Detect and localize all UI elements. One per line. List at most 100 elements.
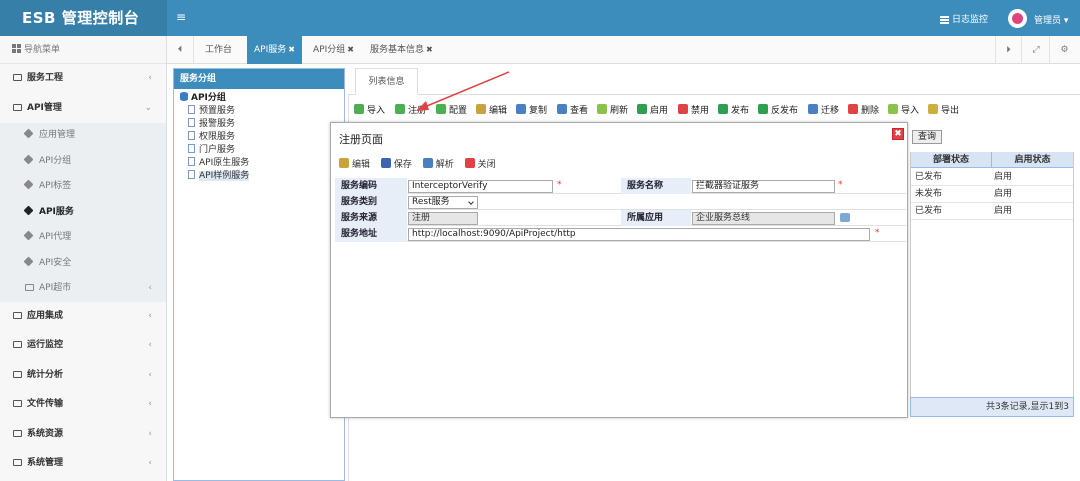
- folder-icon: [13, 103, 22, 111]
- save-icon: [380, 158, 391, 168]
- close-icon[interactable]: ✖: [288, 45, 295, 54]
- dialog-close-icon[interactable]: ✖: [892, 128, 904, 140]
- sidebar-item-statistics[interactable]: 统计分析 ‹: [0, 361, 166, 391]
- delete-button[interactable]: 删除: [848, 103, 879, 119]
- tree-root[interactable]: API分组: [180, 92, 344, 105]
- sidebar-item-api-tag[interactable]: API标签: [0, 174, 166, 200]
- play-icon: [637, 104, 647, 114]
- tab-scroll-left-icon[interactable]: ⏴: [167, 36, 194, 64]
- tab-scroll-right-icon[interactable]: ⏵: [995, 36, 1022, 64]
- service-name-label: 服务名称: [621, 178, 691, 194]
- chevron-down-icon: [468, 199, 474, 205]
- sidebar-item-label: 统计分析: [27, 369, 64, 380]
- import-button-2[interactable]: 导入: [888, 103, 919, 119]
- close-icon: [464, 158, 475, 168]
- dialog-edit-button[interactable]: 编辑: [339, 157, 370, 170]
- table-cell: 未发布: [915, 189, 943, 199]
- tree-node[interactable]: 预置服务: [180, 105, 344, 118]
- service-address-field[interactable]: http://localhost:9090/ApiProject/http: [408, 228, 870, 241]
- sidebar-item-label: 运行监控: [27, 340, 64, 350]
- sidebar-item-system-management[interactable]: 系统管理 ‹: [0, 449, 166, 479]
- service-source-field: 注册: [408, 212, 478, 225]
- service-type-select[interactable]: Rest服务: [408, 196, 478, 209]
- table-row[interactable]: 已发布 启用: [911, 169, 1073, 186]
- dialog-save-button[interactable]: 保存: [380, 157, 412, 170]
- migrate-button[interactable]: 迁移: [808, 103, 839, 119]
- table-row[interactable]: 已发布 启用: [911, 203, 1073, 220]
- import-button[interactable]: 导入: [354, 103, 385, 119]
- disable-button[interactable]: 禁用: [678, 103, 709, 119]
- chevron-left-icon: ‹: [148, 73, 152, 83]
- search-button[interactable]: 查询: [912, 130, 942, 144]
- close-icon[interactable]: ✖: [426, 45, 433, 54]
- chevron-left-icon: ‹: [148, 428, 152, 439]
- sidebar-item-api-market[interactable]: API超市 ‹: [0, 276, 166, 302]
- sidebar-item-api-management[interactable]: API管理 ⌄: [0, 94, 166, 124]
- refresh-button[interactable]: 刷新: [597, 103, 628, 119]
- tab-workbench[interactable]: 工作台: [198, 36, 239, 64]
- unpublish-button[interactable]: 反发布: [758, 103, 798, 119]
- folder-icon: [13, 429, 22, 437]
- fullscreen-icon[interactable]: ⤢: [1023, 36, 1050, 64]
- tree-node[interactable]: 报警服务: [180, 118, 344, 131]
- chevron-down-icon: ⌄: [144, 102, 152, 113]
- database-icon: [180, 92, 188, 101]
- sidebar-item-system-resources[interactable]: 系统资源 ‹: [0, 420, 166, 450]
- nav-header: 导航菜单: [0, 36, 166, 64]
- sidebar-item-api-proxy[interactable]: API代理: [0, 225, 166, 251]
- tab-service-info[interactable]: 服务基本信息 ✖: [363, 36, 440, 64]
- tag-icon: [23, 128, 34, 139]
- sidebar-item-label: API管理: [27, 102, 62, 113]
- gear-icon[interactable]: ⚙: [1051, 36, 1078, 64]
- sidebar-item-label: API标签: [39, 181, 72, 191]
- sidebar-item-file-transfer[interactable]: 文件传输 ‹: [0, 390, 166, 420]
- app-logo[interactable]: ESB 管理控制台: [0, 0, 167, 36]
- tree-node[interactable]: 权限服务: [180, 131, 344, 144]
- service-name-field[interactable]: 拦截器验证服务: [692, 180, 835, 193]
- copy-button[interactable]: 复制: [516, 103, 547, 119]
- nav-title: 导航菜单: [24, 45, 61, 55]
- tab-list-info[interactable]: 列表信息: [355, 68, 418, 95]
- dialog-parse-button[interactable]: 解析: [422, 157, 454, 170]
- sidebar-item-app-integration[interactable]: 应用集成 ‹: [0, 302, 166, 332]
- column-header-deploy-status[interactable]: 部署状态: [911, 152, 992, 168]
- tree-node[interactable]: API原生服务: [180, 157, 344, 170]
- sidebar-item-app-management[interactable]: 应用管理: [0, 123, 166, 149]
- tab-api-service[interactable]: API服务 ✖: [247, 36, 302, 64]
- sidebar-item-api-security[interactable]: API安全: [0, 251, 166, 277]
- select-app-icon[interactable]: [840, 213, 850, 222]
- log-monitor-link[interactable]: 日志监控: [940, 12, 988, 25]
- tool-label: 导出: [941, 106, 960, 116]
- tree-node-selected[interactable]: API样例服务: [180, 170, 344, 183]
- avatar[interactable]: [1008, 9, 1027, 28]
- column-header-enable-status[interactable]: 启用状态: [992, 152, 1073, 168]
- dialog-close-button[interactable]: 关闭: [464, 157, 496, 170]
- export-button[interactable]: 导出: [928, 103, 959, 119]
- enable-button[interactable]: 启用: [637, 103, 668, 119]
- view-button[interactable]: 查看: [557, 103, 588, 119]
- user-menu[interactable]: 管理员 ▾: [1034, 13, 1068, 26]
- publish-button[interactable]: 发布: [718, 103, 749, 119]
- close-icon[interactable]: ✖: [347, 45, 354, 54]
- tab-api-group[interactable]: API分组 ✖: [306, 36, 361, 64]
- menu-toggle-icon[interactable]: ≡: [176, 10, 186, 24]
- form-row: 服务类别 Rest服务: [335, 194, 906, 210]
- register-dialog: 注册页面 ✖ 编辑 保存 解析 关闭 服务编码 InterceptorVerif…: [330, 122, 908, 418]
- service-type-value: Rest服务: [412, 197, 450, 207]
- table-row[interactable]: 未发布 启用: [911, 186, 1073, 203]
- tool-label: 禁用: [691, 106, 710, 116]
- sidebar-item-service-project[interactable]: 服务工程 ‹: [0, 64, 166, 94]
- tree-node[interactable]: 门户服务: [180, 144, 344, 157]
- folder-icon: [13, 370, 22, 378]
- service-code-field[interactable]: InterceptorVerify: [408, 180, 553, 193]
- sidebar-item-runtime-monitor[interactable]: 运行监控 ‹: [0, 331, 166, 361]
- sidebar-item-label: API安全: [39, 257, 72, 268]
- sidebar-item-label: 文件传输: [27, 399, 64, 409]
- sidebar-item-api-group[interactable]: API分组: [0, 149, 166, 175]
- sidebar-item-label: API超市: [39, 283, 72, 293]
- service-source-label: 服务来源: [335, 210, 407, 226]
- sidebar-item-api-service[interactable]: API服务: [0, 200, 166, 226]
- sidebar-item-label: 应用集成: [27, 310, 64, 321]
- copy-icon: [516, 104, 526, 114]
- publish-icon: [718, 104, 728, 114]
